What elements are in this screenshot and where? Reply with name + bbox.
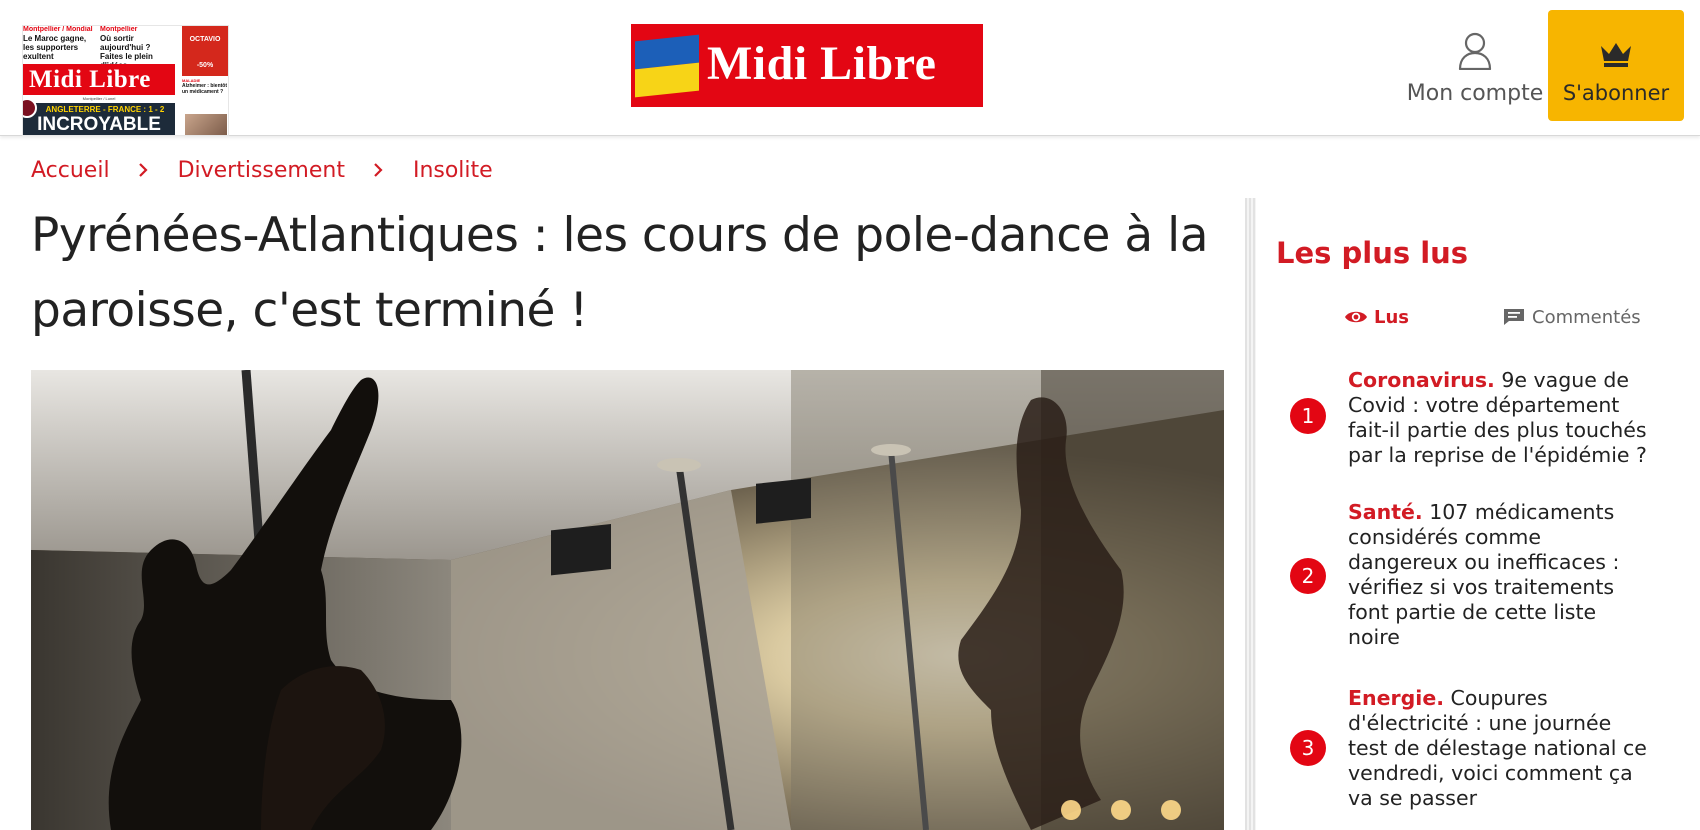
account-label: Mon compte — [1406, 81, 1544, 106]
most-read-text: Santé. 107 médicaments considérés comme … — [1348, 500, 1648, 650]
user-icon — [1458, 32, 1492, 70]
thumb-kicker-2: Montpellier — [100, 26, 138, 33]
most-read-text: Coronavirus. 9e vague de Covid : votre d… — [1348, 368, 1648, 468]
crown-icon — [1601, 43, 1631, 67]
most-read-text: Energie. Coupures d'électricité : une jo… — [1348, 686, 1648, 811]
most-read-title: Les plus lus — [1276, 236, 1469, 270]
tab-commented[interactable]: Commentés — [1502, 300, 1641, 334]
logo-text: Midi Libre — [707, 37, 937, 90]
pole-dance-photo — [31, 370, 1224, 830]
thumb-side-story: MALADIE Alzheimer : bientôt un médicamen… — [182, 78, 228, 95]
sidebar-divider — [1245, 198, 1256, 830]
rank-badge: 3 — [1290, 730, 1326, 766]
eye-icon — [1345, 311, 1367, 323]
account-button[interactable]: Mon compte — [1390, 30, 1560, 110]
thumb-ad-price: -50% — [196, 62, 214, 69]
thumb-right-column: OCTAVIO -50% MALADIE Alzheimer : bientôt… — [180, 26, 228, 135]
subscribe-label: S'abonner — [1562, 81, 1670, 105]
article-title: Pyrénées-Atlantiques : les cours de pole… — [31, 208, 1209, 338]
thumb-headline-1: Le Maroc gagne, les supporters exultent — [23, 34, 87, 61]
breadcrumb-divertissement[interactable]: Divertissement — [178, 158, 345, 183]
site-header: Montpellier / Mondial Le Maroc gagne, le… — [0, 0, 1700, 136]
ukraine-flag-icon — [635, 34, 699, 98]
thumb-band-score: ANGLETERRE - FRANCE : 1 - 2 — [45, 105, 165, 114]
tab-read-label: Lus — [1374, 306, 1409, 328]
breadcrumb: Accueil Divertissement Insolite — [31, 155, 493, 185]
breadcrumb-insolite[interactable]: Insolite — [413, 158, 493, 183]
thumb-masthead: Midi Libre — [23, 64, 175, 95]
subscribe-button[interactable]: S'abonner — [1548, 10, 1684, 121]
thumb-story-2: Montpellier Où sortir aujourd'hui ? Fait… — [100, 26, 175, 70]
thumb-band-headline: INCROYABLE !!! — [37, 114, 161, 135]
comment-icon — [1504, 309, 1524, 325]
item-keyword: Energie. — [1348, 686, 1445, 710]
breadcrumb-accueil[interactable]: Accueil — [31, 158, 110, 183]
tab-read[interactable]: Lus — [1344, 300, 1409, 334]
item-keyword: Coronavirus. — [1348, 368, 1495, 392]
thumb-headline-band: ANGLETERRE - FRANCE : 1 - 2 INCROYABLE !… — [23, 103, 175, 135]
most-read-tabs: Lus Commentés — [1276, 300, 1676, 334]
thumb-side-photo — [185, 114, 227, 135]
thumb-side-headline: Alzheimer : bientôt un médicament ? — [182, 83, 228, 95]
thumb-edition: Montpellier / Lunel — [23, 95, 175, 103]
site-logo[interactable]: Midi Libre — [631, 24, 983, 107]
rank-badge: 2 — [1290, 558, 1326, 594]
thumb-kicker-1: Montpellier / Mondial — [23, 26, 93, 33]
thumb-ad-title: OCTAVIO — [189, 36, 221, 43]
newspaper-front-page-thumbnail[interactable]: Montpellier / Mondial Le Maroc gagne, le… — [22, 25, 229, 136]
rank-badge: 1 — [1290, 398, 1326, 434]
chevron-right-icon — [136, 163, 150, 177]
chevron-right-icon — [371, 163, 385, 177]
tab-commented-label: Commentés — [1532, 306, 1641, 328]
thumb-story-1: Montpellier / Mondial Le Maroc gagne, le… — [23, 26, 96, 61]
article-hero-image[interactable] — [31, 370, 1224, 830]
thumb-ad: OCTAVIO -50% — [182, 26, 228, 76]
item-keyword: Santé. — [1348, 500, 1423, 524]
